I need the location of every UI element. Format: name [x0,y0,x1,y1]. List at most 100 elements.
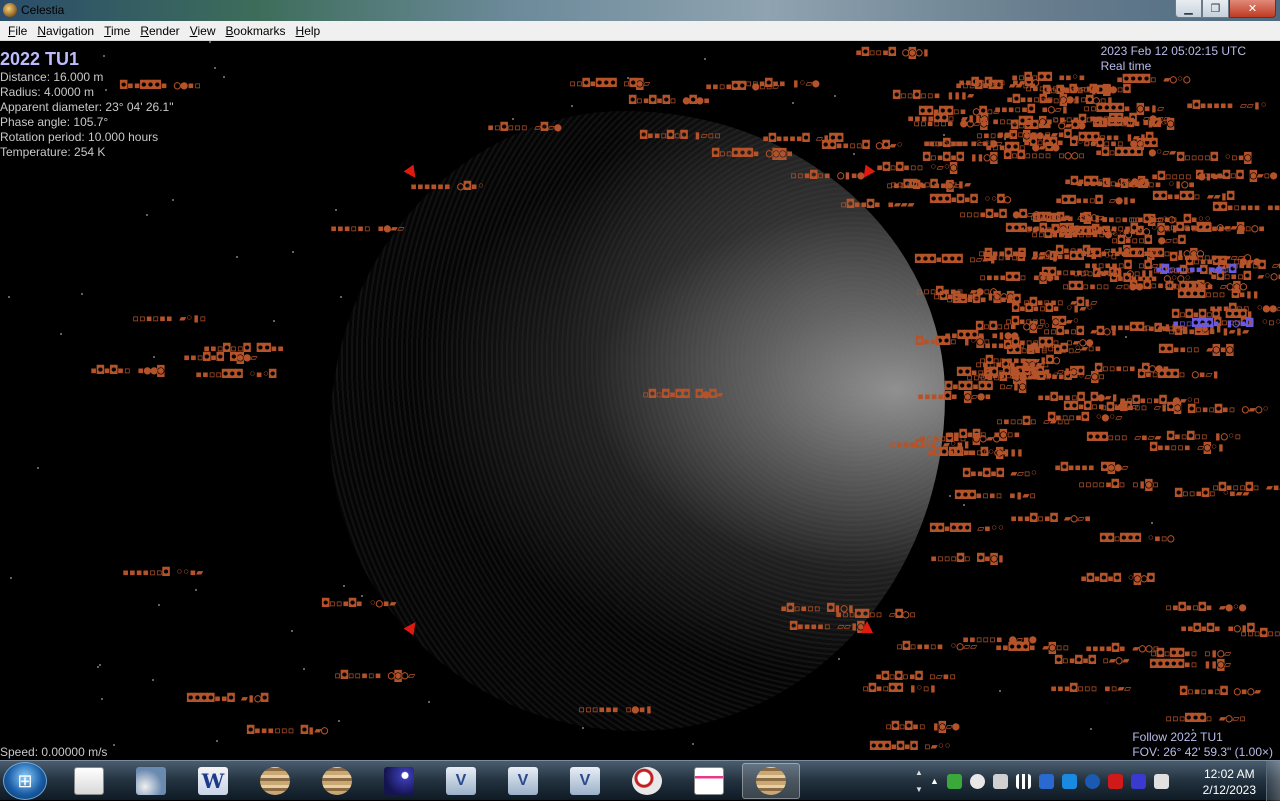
battery-icon[interactable] [1107,773,1123,789]
object-label: ◘▫▪▫◘▪▫ ○▰○◦ [1188,402,1269,416]
notepad-app-icon [694,767,724,795]
menu-bar: File Navigation Time Render View Bookmar… [0,21,1280,41]
visual-studio-3-icon: V [570,767,600,795]
star [10,577,12,579]
star [582,727,584,729]
menu-bookmarks-accel: B [225,23,234,38]
object-label: ▪▪▫◘▪◘ ◘◙●▱ [183,350,257,364]
taskbar-photo-app[interactable] [122,763,180,799]
cloud-icon[interactable] [969,773,985,789]
render-viewport[interactable]: ▪◘▫▫▪◘ ○◙○▮ ▫▫◘▪◘◘◘ ▫◘◙▱ ◘▫▪◘▪◘▫ ●◘●▪ ▪▪▫▪◘… [0,41,1280,760]
network-icon[interactable] [1038,773,1054,789]
object-label: ▪▪▫▪▪▫◘ ▫◘▱▪ [1084,258,1165,272]
close-button[interactable]: ✕ [1229,0,1276,18]
object-label: ▪▪▫▫◘◘◘ ◦▪◦◘ [195,367,276,381]
star [97,666,99,668]
menu-view-label: iew [197,23,216,38]
taskbar-night-sky-app[interactable] [370,763,428,799]
menu-navigation[interactable]: Navigation [32,21,99,41]
show-desktop-button[interactable] [1266,761,1280,801]
menu-file[interactable]: File [3,21,32,41]
object-label: ▫◘▪▫▪▫ ▰◘▮▱ [1023,295,1097,309]
marker-arrow-icon [861,621,873,633]
taskbar-celestia-1[interactable] [246,763,304,799]
title-bar[interactable]: Celestia ▁ ❐ ✕ [0,0,1280,21]
celestia-2-icon [322,767,352,795]
info-apparent-diameter: Apparent diameter: 23° 04' 26.1" [0,100,174,114]
star [195,589,197,591]
star [343,585,345,587]
star [704,58,706,60]
star [1151,522,1153,524]
object-name: 2022 TU1 [0,49,80,69]
menu-help[interactable]: Help [291,21,326,41]
taskbar-word-app[interactable]: W [184,763,242,799]
object-label: ◘◘▫◘◘◘ ◦▪▫○ [1100,531,1174,545]
menu-time[interactable]: Time [99,21,135,41]
star [153,356,155,358]
taskbar-clock[interactable]: 12:02 AM 2/12/2023 [1203,766,1256,798]
taskbar-celestia-active[interactable] [742,763,800,799]
taskbar-paint-tool[interactable] [60,763,118,799]
object-label: ◘▪▪▪▪▫ ▱▱▮◙ [790,619,864,633]
object-label: ▪▪▪◘▫▪◘ ▰○▱▪ [1010,511,1091,525]
star [571,105,573,107]
object-label: ◘▫◘▫▫▫▫ ▫○○▫ [1004,148,1085,162]
star [209,41,211,43]
object-label: ◘◘◘◘▪▪◘ ▰▮○◘ [187,691,268,705]
maximize-button[interactable]: ❐ [1202,0,1229,18]
bluetooth-icon[interactable] [1130,773,1146,789]
tray-expand-icon[interactable]: ▲ [930,776,939,786]
menu-view[interactable]: View [185,21,221,41]
taskbar-visual-studio-2[interactable]: V [494,763,552,799]
object-label: ◘▪◘◘▪◘◘ ▫▱▮◙ [945,379,1026,393]
taskbar-celestia-2[interactable] [308,763,366,799]
object-label: ▫▫◘▪◘◘◘ ▫◘◙▱ [569,76,650,90]
start-button[interactable]: ⊞ [3,762,47,800]
object-label: ▪◘◘◘◘▫ ▰○◦○ [1116,72,1190,86]
object-label: ◘▪▫▪▫◘ ▰▰◦▮ [984,250,1058,264]
volume-muted-icon[interactable] [1153,773,1169,789]
signal-icon[interactable] [1015,773,1031,789]
star [236,256,238,258]
object-label: ▪▫◘▫▪◘◘ ○▰▰◙ [1163,220,1244,234]
menu-render-label: ender [148,23,180,38]
object-label: ▪▫▪◘▪▪ ▪▱◦● [923,136,997,150]
object-label: ▪◘◘▪▪▫◘ ▱●▮▪ [1055,193,1136,207]
photo-app-icon [136,767,166,795]
object-label: ▫◘▫◘▪▫ ▮◙▱● [885,719,959,733]
visual-studio-2-icon: V [508,767,538,795]
star [81,293,83,295]
object-label: ◘◘◘▪◘▪◘ ◦◦◘○ [930,192,1011,206]
security-icon[interactable] [946,773,962,789]
star [292,251,294,253]
menu-bookmarks[interactable]: Bookmarks [221,21,291,41]
system-tray: ▲ [930,761,1169,801]
device-icon[interactable] [992,773,1008,789]
object-label: ▫▫▫◘▫▫ ▪▪▫▮ [1240,626,1280,640]
menu-bookmarks-label: ookmarks [233,23,286,38]
star [291,630,293,632]
app-tray-icon[interactable] [1084,773,1100,789]
object-label: ◘▪▫▪◘▪ ▱▪▮◙ [1056,243,1130,257]
time-mode: Real time [1100,59,1152,73]
menu-render[interactable]: Render [135,21,184,41]
taskbar-visual-studio-1[interactable]: V [432,763,490,799]
celestia-1-icon [260,767,290,795]
taskbar-notepad-app[interactable] [680,763,738,799]
taskbar-visual-studio-3[interactable]: V [556,763,614,799]
object-label: ◘◘▪▪▫▫ ▰◙▪◙ [1159,342,1233,356]
star [340,296,342,298]
menu-navigation-accel: N [37,23,47,38]
sync-icon[interactable] [1061,773,1077,789]
taskbar-magnifier-app[interactable] [618,763,676,799]
taskbar-scroll[interactable]: ▲ ▼ [914,764,924,798]
object-label: ▫▪▪▪◘◘▫ ▪◙●▪ [979,270,1060,284]
celestia-app-icon [3,3,17,17]
object-label: ▫▫▪▪▫▫▪ ●◦◦○ [1051,227,1132,241]
object-label: ▪◘▪▪▪▪▪ ▱▱▮◦ [1186,98,1267,112]
star [216,740,218,742]
object-label: ◘◘◘▪▫▪▫ ▪▮▰▫ [955,488,1036,502]
minimize-button[interactable]: ▁ [1175,0,1202,18]
info-distance: Distance: 16.000 m [0,70,104,84]
